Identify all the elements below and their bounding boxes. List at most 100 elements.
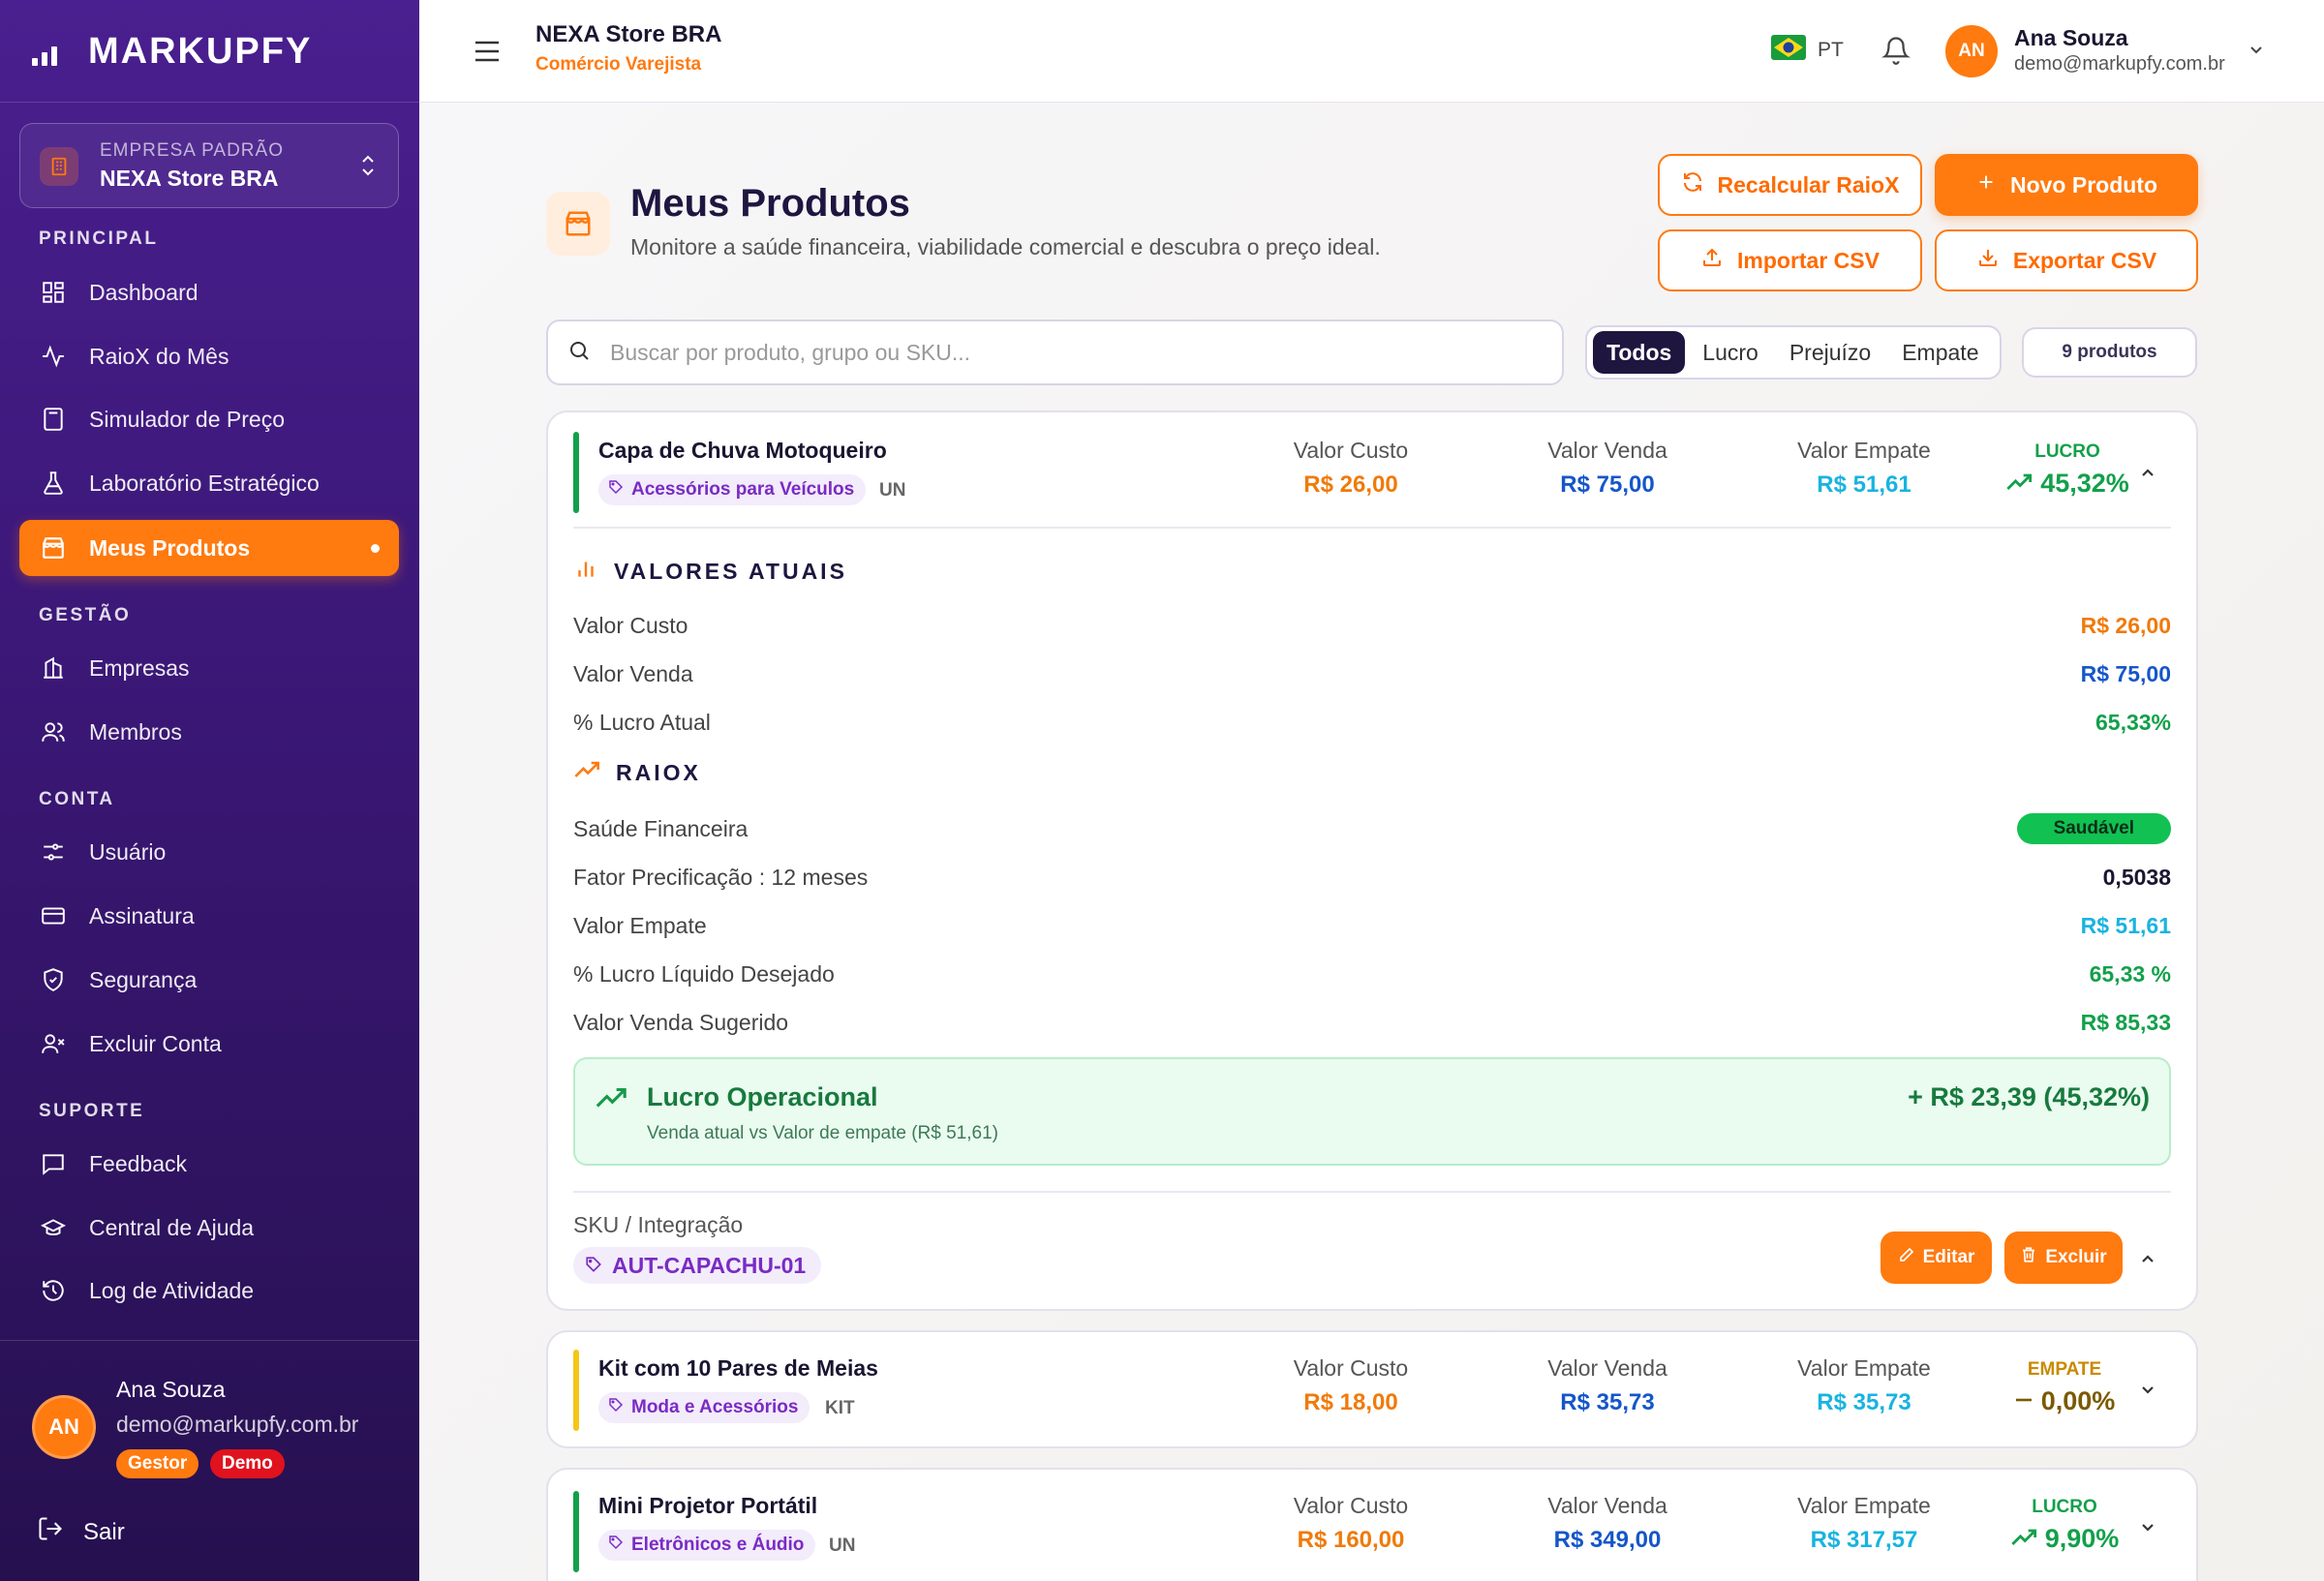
user-email: demo@markupfy.com.br [116,1412,359,1437]
status-label: EMPATE [2027,1359,2102,1380]
sale-value: R$ 35,73 [1560,1389,1655,1415]
detail-row-custo: Valor Custo R$ 26,00 [573,606,2171,645]
brazil-flag-icon [1771,35,1806,66]
product-name: Capa de Chuva Motoqueiro [598,438,887,463]
row-label: Valor Venda [573,660,693,686]
sidebar-item-simulador[interactable]: Simulador de Preço [19,391,399,447]
bell-icon[interactable] [1881,35,1911,71]
sliders-icon [37,839,70,865]
filter-lucro[interactable]: Lucro [1689,331,1772,374]
trending-up-icon [2010,1524,2037,1554]
filter-prejuizo[interactable]: Prejuízo [1776,331,1884,374]
avatar[interactable]: AN [1945,25,1998,77]
chevron-up-icon[interactable] [2138,1249,2157,1273]
status-bar [573,1350,579,1431]
divider [573,527,2171,529]
export-csv-button[interactable]: Exportar CSV [1935,229,2198,291]
edit-button[interactable]: Editar [1881,1231,1992,1284]
recalc-raiox-button[interactable]: Recalcular RaioX [1658,154,1922,216]
download-icon [1976,246,2000,275]
delete-button[interactable]: Excluir [2004,1231,2123,1284]
breakeven-column: Valor Empate R$ 317,57 [1767,1493,1961,1554]
page-subtitle: Monitore a saúde financeira, viabilidade… [630,234,1381,259]
row-label: Valor Venda Sugerido [573,1009,789,1035]
chevron-down-icon[interactable] [2138,1381,2157,1405]
logout-button[interactable]: Sair [37,1515,125,1549]
sidebar-item-excluir-conta[interactable]: Excluir Conta [19,1016,399,1072]
sidebar-item-meus-produtos[interactable]: Meus Produtos [19,520,399,576]
category-label: Acessórios para Veículos [631,479,855,500]
category-label: Moda e Acessórios [631,1397,799,1417]
sidebar-item-label: Log de Atividade [89,1277,255,1303]
credit-card-icon [37,903,70,928]
sidebar-item-seguranca[interactable]: Segurança [19,952,399,1008]
company-selector[interactable]: EMPRESA PADRÃO NEXA Store BRA [19,123,399,208]
edit-label: Editar [1922,1247,1975,1267]
sidebar-item-empresas[interactable]: Empresas [19,640,399,696]
sidebar-item-central-ajuda[interactable]: Central de Ajuda [19,1200,399,1256]
breakeven-column: Valor Empate R$ 51,61 [1767,438,1961,499]
filter-tabs: Todos Lucro Prejuízo Empate [1585,325,2002,380]
divider [573,1191,2171,1193]
sidebar-item-laboratorio[interactable]: Laboratório Estratégico [19,455,399,511]
topbar: NEXA Store BRA Comércio Varejista PT AN … [419,0,2324,103]
tag-icon [608,1535,624,1556]
profit-status: LUCRO 45,32% [2000,441,2135,499]
row-value: R$ 75,00 [2080,660,2171,686]
sale-column: Valor Venda R$ 75,00 [1511,438,1704,499]
op-subtitle: Venda atual vs Valor de empate (R$ 51,61… [647,1123,998,1143]
store-segment: Comércio Varejista [535,54,702,75]
sale-label: Valor Venda [1547,438,1667,463]
sidebar-item-log-atividade[interactable]: Log de Atividade [19,1262,399,1319]
sidebar-item-feedback[interactable]: Feedback [19,1136,399,1192]
import-csv-button[interactable]: Importar CSV [1658,229,1922,291]
unit-label: UN [829,1535,856,1556]
row-label: Fator Precificação : 12 meses [573,864,869,890]
detail-row-venda-sugerido: Valor Venda Sugerido R$ 85,33 [573,1003,2171,1042]
refresh-icon [1681,170,1704,199]
detail-row-venda: Valor Venda R$ 75,00 [573,654,2171,693]
chevron-down-icon[interactable] [2138,1518,2157,1542]
sidebar-divider [0,1340,419,1341]
chevron-down-icon[interactable] [2248,41,2265,63]
sidebar-item-label: Central de Ajuda [89,1214,255,1240]
product-name: Kit com 10 Pares de Meias [598,1355,878,1381]
box-icon [546,192,610,256]
sale-column: Valor Venda R$ 35,73 [1511,1355,1704,1416]
sidebar-item-label: Feedback [89,1150,188,1176]
tag-icon [608,1397,624,1418]
row-value: 0,5038 [2102,864,2171,890]
new-product-button[interactable]: Novo Produto [1935,154,2198,216]
upload-icon [1700,246,1724,275]
chevron-up-icon[interactable] [2138,463,2157,487]
sidebar-item-label: Usuário [89,838,167,865]
main-content: Meus Produtos Monitore a saúde financeir… [419,103,2324,1581]
user-email: demo@markupfy.com.br [2014,53,2225,75]
shield-icon [37,967,70,992]
sidebar-item-assinatura[interactable]: Assinatura [19,888,399,944]
breakeven-column: Valor Empate R$ 35,73 [1767,1355,1961,1416]
page-title: Meus Produtos [630,182,910,225]
breakeven-label: Valor Empate [1797,1493,1931,1518]
sidebar-item-membros[interactable]: Membros [19,704,399,760]
menu-icon[interactable] [473,39,502,69]
product-card[interactable]: Mini Projetor Portátil Eletrônicos e Áud… [546,1468,2198,1581]
filter-empate[interactable]: Empate [1888,331,1992,374]
sku-value: AUT-CAPACHU-01 [612,1252,807,1278]
current-values-title: VALORES ATUAIS [614,558,847,584]
cost-label: Valor Custo [1293,1493,1409,1518]
status-label: LUCRO [2034,441,2100,462]
language-selector[interactable]: PT [1771,35,1844,66]
filter-todos[interactable]: Todos [1593,331,1686,374]
role-badge: Gestor [116,1449,199,1478]
bar-chart-icon [573,556,598,587]
product-card[interactable]: Kit com 10 Pares de Meias Moda e Acessór… [546,1330,2198,1448]
brand-logo[interactable]: MARKUPFY [32,27,312,76]
sidebar-item-usuario[interactable]: Usuário [19,824,399,880]
breakeven-value: R$ 51,61 [1817,471,1911,498]
user-x-icon [37,1031,70,1056]
sku-tag: AUT-CAPACHU-01 [573,1247,822,1284]
sidebar-item-dashboard[interactable]: Dashboard [19,264,399,320]
sidebar-item-raiox[interactable]: RaioX do Mês [19,328,399,384]
search-input[interactable] [610,339,1482,366]
